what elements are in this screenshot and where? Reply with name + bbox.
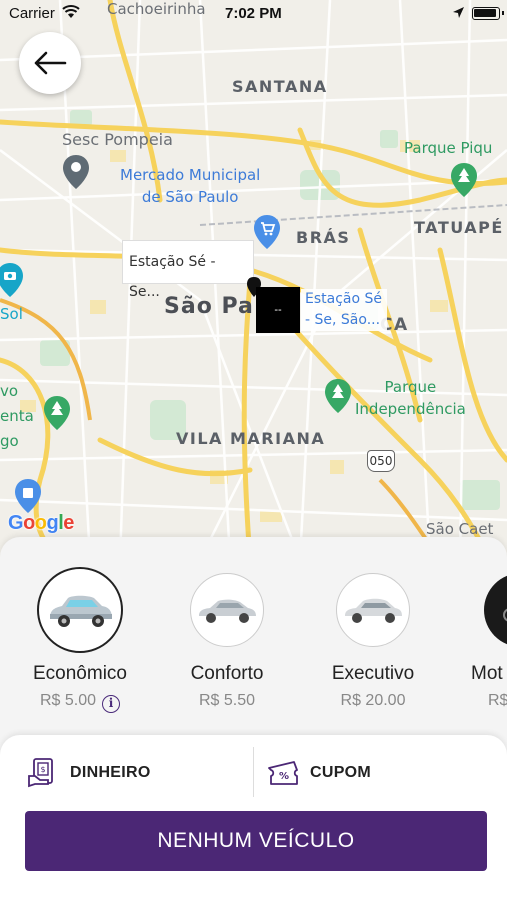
map-label-sesc-pompeia: Sesc Pompeia bbox=[62, 130, 173, 149]
park-pin-icon bbox=[451, 163, 477, 197]
google-logo-letter: G bbox=[8, 512, 24, 534]
map-label-parque-independencia: Parque Independência bbox=[355, 376, 466, 420]
vehicle-name: Mot bbox=[471, 663, 503, 684]
vehicle-name: Executivo bbox=[331, 663, 415, 684]
coupon-label: CUPOM bbox=[310, 764, 372, 781]
google-logo-letter: o bbox=[34, 512, 47, 534]
map-label-mercado-line1: Mercado Municipal bbox=[120, 166, 261, 184]
cash-label: DINHEIRO bbox=[70, 764, 151, 781]
car-sedan-icon bbox=[199, 599, 256, 623]
map-label-sao-paulo: São Pa bbox=[164, 294, 254, 319]
google-logo-letter: o bbox=[23, 512, 35, 534]
vehicle-price: R$ 20.00 bbox=[340, 692, 406, 709]
car-marker[interactable]: -- bbox=[256, 287, 300, 333]
vehicle-option-conforto[interactable]: Conforto R$ 5.50 bbox=[162, 567, 292, 710]
divider bbox=[253, 747, 254, 797]
map-label-vo: vo bbox=[0, 382, 19, 400]
shopping-pin-icon bbox=[254, 215, 280, 249]
map-label-parque-piqueri: Parque Piqu bbox=[404, 139, 493, 157]
map-label-mercado-line2: de São Paulo bbox=[141, 188, 239, 206]
vehicle-image bbox=[484, 573, 507, 647]
map-pin-gray-icon bbox=[63, 155, 89, 189]
vehicle-option-moto[interactable]: Mot R$ bbox=[454, 567, 507, 710]
map-label-santana: SANTANA bbox=[232, 77, 328, 96]
vehicle-image bbox=[336, 573, 410, 647]
svg-text:$: $ bbox=[40, 765, 45, 774]
vehicle-image bbox=[190, 573, 264, 647]
google-logo-letter: e bbox=[63, 512, 74, 534]
map-label-enta: enta bbox=[0, 407, 34, 425]
road-shield-050: 050 bbox=[367, 450, 395, 472]
payment-card: $ DINHEIRO % CUPOM NENHUM VEÍCULO bbox=[0, 735, 507, 900]
arrow-left-icon bbox=[34, 51, 67, 75]
vehicle-image bbox=[37, 567, 123, 653]
vehicle-price-value: R$ 5.00 bbox=[39, 692, 97, 709]
origin-marker-label[interactable]: Estação Sé - Se... bbox=[122, 240, 254, 300]
camera-pin-icon bbox=[0, 263, 23, 297]
shopping-bag-pin-icon bbox=[15, 479, 41, 513]
info-icon[interactable]: i bbox=[102, 695, 121, 713]
map-label-sao-caetano: São Caet bbox=[426, 520, 494, 538]
map-label-sol: Sol bbox=[0, 305, 23, 323]
destination-line2: - Se, São... bbox=[305, 312, 381, 328]
vehicle-price: R$ 5.00 i bbox=[15, 692, 145, 713]
clock: 7:02 PM bbox=[225, 5, 282, 22]
google-logo-letter: g bbox=[46, 512, 59, 534]
car-executive-icon bbox=[345, 598, 402, 623]
car-mini-icon bbox=[50, 595, 112, 627]
map-label-mercado-municipal: Mercado Municipal de São Paulo bbox=[120, 164, 260, 208]
ride-options-sheet: Econômico R$ 5.00 i Conforto R$ 5.50 Exe… bbox=[0, 537, 507, 900]
back-button[interactable] bbox=[19, 32, 81, 94]
vehicle-name: Conforto bbox=[190, 663, 264, 684]
battery-icon bbox=[472, 7, 504, 20]
vehicle-name: Econômico bbox=[33, 663, 127, 684]
destination-line1: Estação Sé bbox=[305, 291, 382, 307]
vehicle-price: R$ bbox=[488, 692, 507, 709]
motorcycle-icon bbox=[503, 608, 507, 622]
map-label-parque-line2: Independência bbox=[355, 400, 466, 418]
svg-text:%: % bbox=[279, 771, 289, 782]
cash-icon: $ bbox=[28, 758, 53, 788]
cash-payment-option[interactable]: $ DINHEIRO bbox=[26, 753, 151, 793]
vehicle-option-executivo[interactable]: Executivo R$ 20.00 bbox=[308, 567, 438, 710]
map-label-go: go bbox=[0, 432, 19, 450]
carrier-label: Carrier bbox=[9, 5, 55, 22]
destination-marker-label[interactable]: Estação Sé - Se, São... bbox=[301, 289, 387, 331]
map-view[interactable]: Cachoeirinha SANTANA Sesc Pompeia Mercad… bbox=[0, 0, 507, 560]
coupon-icon: % bbox=[268, 761, 298, 785]
park-pin-icon bbox=[44, 396, 70, 430]
map-label-parque-line1: Parque bbox=[384, 378, 437, 396]
google-logo: Google bbox=[8, 512, 74, 535]
vehicle-carousel[interactable]: Econômico R$ 5.00 i Conforto R$ 5.50 Exe… bbox=[0, 567, 507, 717]
vehicle-option-economico[interactable]: Econômico R$ 5.00 i bbox=[15, 567, 145, 713]
map-label-bras: BRÁS bbox=[296, 228, 351, 247]
map-label-vila-mariana: VILA MARIANA bbox=[176, 429, 326, 448]
wifi-icon bbox=[62, 5, 80, 18]
request-ride-button[interactable]: NENHUM VEÍCULO bbox=[25, 811, 487, 871]
location-arrow-icon bbox=[453, 7, 464, 18]
coupon-option[interactable]: % CUPOM bbox=[266, 753, 371, 793]
map-label-tatuape: TATUAPÉ bbox=[414, 218, 504, 237]
status-bar: Carrier 7:02 PM bbox=[0, 0, 507, 26]
park-pin-icon bbox=[325, 379, 351, 413]
vehicle-price: R$ 5.50 bbox=[198, 692, 256, 709]
